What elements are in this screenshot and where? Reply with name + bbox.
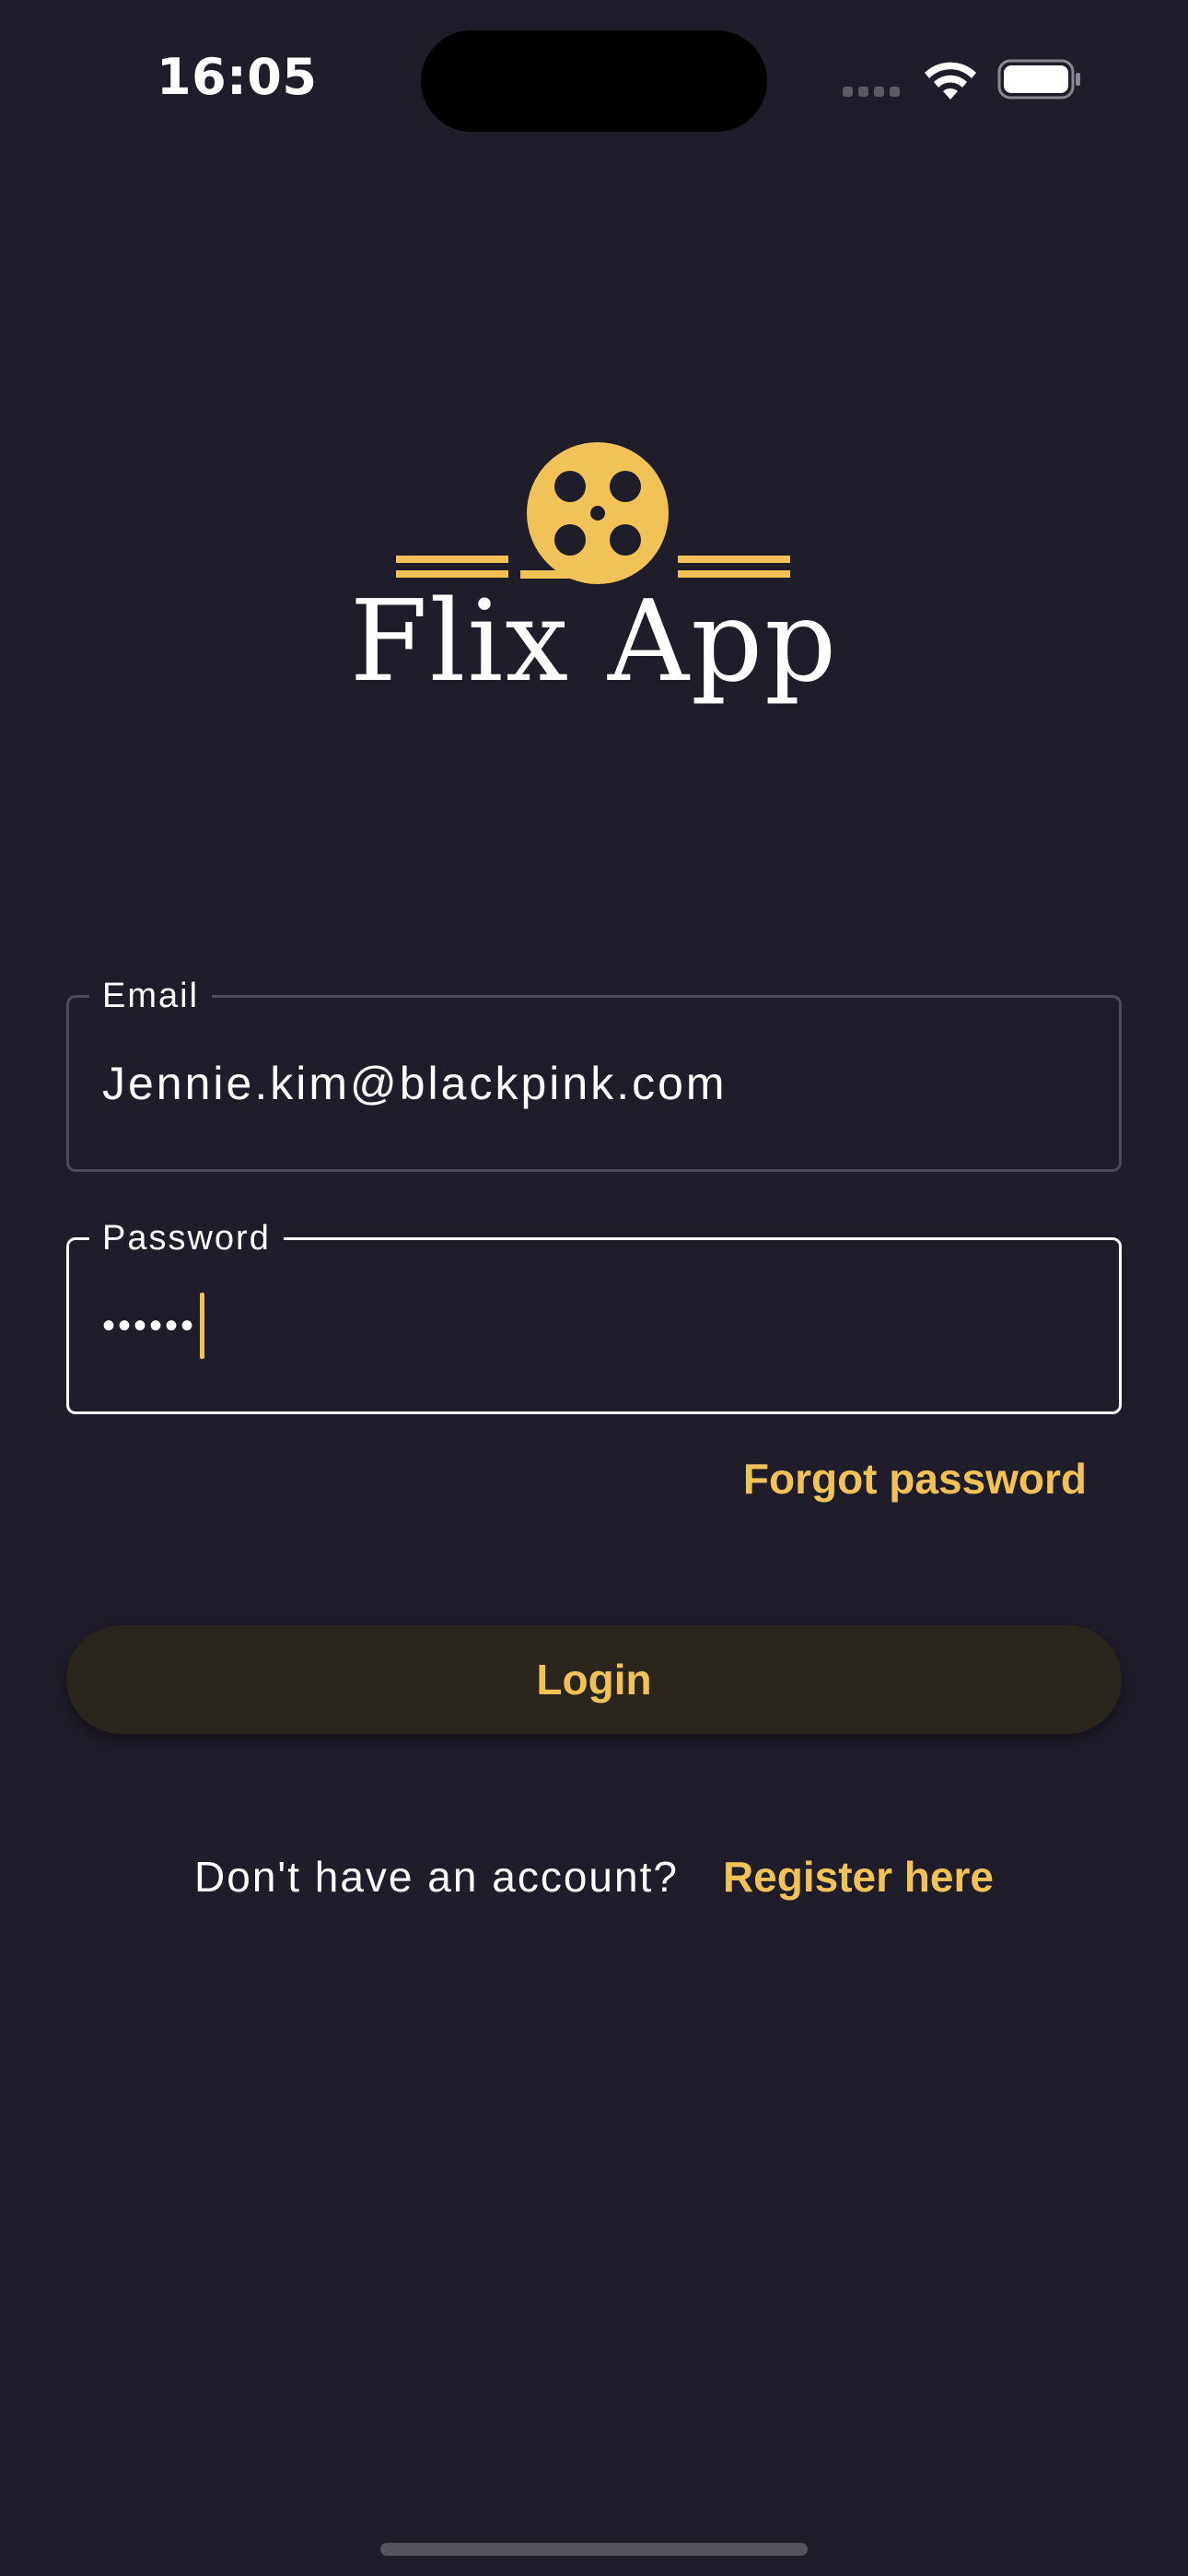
dynamic-island [421,30,767,132]
app-title: Flix App [349,576,839,707]
text-caret [200,1293,205,1359]
wifi-icon [925,62,976,100]
login-screen: 16:05 Flix App Email Jennie.kim@blackpin… [0,0,1188,2576]
cellular-signal-icon [843,87,900,97]
email-field[interactable]: Email Jennie.kim@blackpink.com [66,972,1122,1172]
forgot-password-link[interactable]: Forgot password [743,1454,1087,1504]
password-field[interactable]: Password •••••• [66,1214,1122,1414]
password-masked-value: •••••• [102,1305,197,1346]
register-link[interactable]: Register here [723,1852,994,1902]
register-prompt: Don't have an account? [194,1853,679,1901]
register-row: Don't have an account? Register here [0,1852,1188,1902]
status-time: 16:05 [157,48,318,106]
battery-icon [997,59,1080,100]
home-indicator[interactable] [380,2543,808,2556]
email-value[interactable]: Jennie.kim@blackpink.com [102,998,728,1169]
password-input[interactable]: •••••• [102,1240,205,1411]
login-button[interactable]: Login [66,1625,1122,1734]
